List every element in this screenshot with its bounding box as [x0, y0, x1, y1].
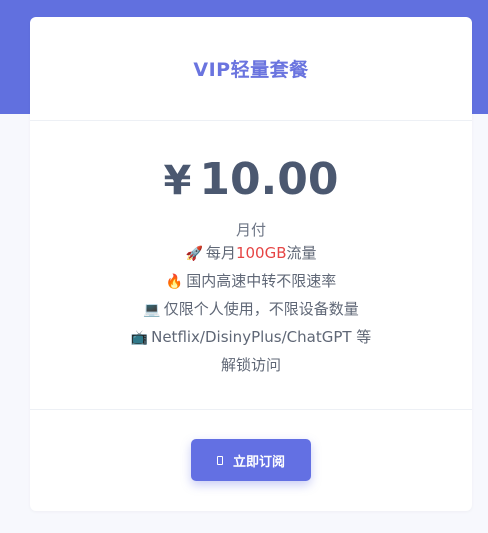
subscribe-button[interactable]: 立即订阅 — [191, 439, 311, 481]
bandwidth-highlight: 100GB — [235, 244, 287, 262]
card-footer: 立即订阅 — [30, 410, 472, 510]
feature-item: 💻 仅限个人使用，不限设备数量 — [143, 300, 359, 318]
price-amount: 10.00 — [199, 154, 339, 205]
pricing-card: VIP轻量套餐 ¥10.00 月付 🚀 每月100GB流量 🔥 国内高速中转不限速率… — [30, 17, 472, 511]
tv-icon: 📺 — [130, 330, 149, 346]
feature-list: 🚀 每月100GB流量 🔥 国内高速中转不限速率 💻 仅限个人使用，不限设备数量 📺 N… — [30, 240, 472, 379]
plan-title: VIP轻量套餐 — [193, 59, 309, 81]
price: ¥10.00 — [30, 151, 472, 210]
card-body: ¥10.00 月付 🚀 每月100GB流量 🔥 国内高速中转不限速率 💻 仅限个人使用… — [30, 121, 472, 410]
cart-icon — [216, 455, 223, 465]
currency-symbol: ¥ — [163, 158, 192, 204]
fire-icon: 🔥 — [165, 274, 184, 290]
feature-item: 📺 Netflix/DisinyPlus/ChatGPT 等 — [130, 328, 372, 346]
feature-item: 🚀 每月100GB流量 — [185, 244, 317, 262]
feature-item: 🔥 国内高速中转不限速率 — [165, 272, 337, 290]
card-header: VIP轻量套餐 — [30, 17, 472, 121]
billing-period: 月付 — [235, 221, 266, 239]
laptop-icon: 💻 — [143, 302, 161, 318]
rocket-icon: 🚀 — [185, 246, 203, 262]
feature-item: 解锁访问 — [220, 356, 281, 374]
subscribe-label: 立即订阅 — [232, 454, 285, 470]
